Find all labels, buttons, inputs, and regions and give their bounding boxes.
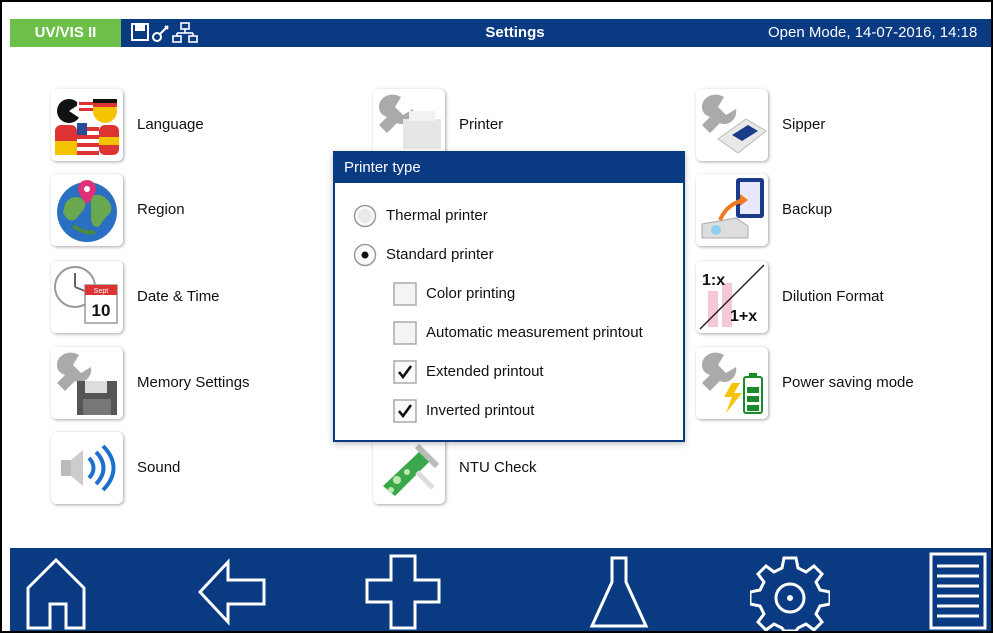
floppy-wrench-icon <box>51 347 123 419</box>
battery-wrench-icon <box>696 347 768 419</box>
setting-label: Power saving mode <box>782 374 914 391</box>
sipper-wrench-icon <box>696 89 768 161</box>
save-icon <box>131 23 149 41</box>
setting-sipper[interactable]: Sipper <box>696 89 991 161</box>
setting-dilution-format[interactable]: 1:x 1+x Dilution Format <box>696 261 991 333</box>
setting-language[interactable]: Language <box>51 89 351 161</box>
dilution-icon: 1:x 1+x <box>696 261 768 333</box>
setting-date-time[interactable]: Sept 10 Date & Time <box>51 261 351 333</box>
dilution-ratio-bottom: 1+x <box>730 308 757 325</box>
status-text: Open Mode, 14-07-2016, 14:18 <box>768 24 978 41</box>
setting-label: Sipper <box>782 116 826 133</box>
checkbox-label: Inverted printout <box>426 402 535 419</box>
home-icon[interactable] <box>20 548 100 631</box>
app-frame: UV/VIS II Settings Open Mode, 14-07-2016… <box>0 0 993 633</box>
checkmark-icon <box>393 360 417 384</box>
backup-icon <box>696 174 768 246</box>
ntu-check-icon <box>373 432 445 504</box>
setting-sound[interactable]: Sound <box>51 432 351 504</box>
printer-type-dialog: Printer type Thermal printer Standard pr… <box>333 151 685 442</box>
calendar-clock-icon: Sept 10 <box>51 261 123 333</box>
add-icon[interactable] <box>363 548 443 631</box>
language-flags-icon <box>51 89 123 161</box>
checkbox-label: Color printing <box>426 285 516 302</box>
key-icon <box>152 25 169 42</box>
back-arrow-icon[interactable] <box>194 548 274 631</box>
dialog-title: Printer type <box>335 153 683 183</box>
speaker-icon <box>51 432 123 504</box>
setting-label: Language <box>137 116 204 133</box>
bottom-nav-bar <box>10 548 991 631</box>
checkbox-unchecked-icon <box>393 282 417 306</box>
page-title: Settings <box>485 24 545 41</box>
checkbox-unchecked-icon <box>393 321 417 345</box>
header-icons <box>131 22 221 44</box>
menu-list-icon[interactable] <box>925 548 991 631</box>
checkbox-label: Extended printout <box>426 363 544 380</box>
settings-gear-icon[interactable] <box>750 548 830 631</box>
brand-label: UV/VIS II <box>10 19 121 47</box>
setting-region[interactable]: Region <box>51 174 351 246</box>
checkbox-label: Automatic measurement printout <box>426 324 643 341</box>
setting-label: Date & Time <box>137 288 220 305</box>
setting-power-saving[interactable]: Power saving mode <box>696 347 991 419</box>
calendar-day: 10 <box>92 301 111 320</box>
globe-icon <box>51 174 123 246</box>
checkmark-icon <box>393 399 417 423</box>
dilution-ratio-top: 1:x <box>702 272 725 289</box>
setting-ntu-check[interactable]: NTU Check <box>373 432 673 504</box>
setting-label: Dilution Format <box>782 288 884 305</box>
calendar-month: Sept <box>94 288 108 295</box>
setting-label: Backup <box>782 201 833 218</box>
radio-label: Thermal printer <box>386 207 488 224</box>
flask-icon[interactable] <box>580 548 660 631</box>
setting-label: Region <box>137 201 185 218</box>
radio-label: Standard printer <box>386 246 494 263</box>
radio-selected-icon <box>353 243 377 267</box>
setting-backup[interactable]: Backup <box>696 174 991 246</box>
setting-label: Sound <box>137 459 181 476</box>
network-icon <box>172 22 198 43</box>
header-bar: UV/VIS II Settings Open Mode, 14-07-2016… <box>10 19 991 47</box>
setting-label: Memory Settings <box>137 374 250 391</box>
setting-label: NTU Check <box>459 459 537 476</box>
radio-unselected-icon <box>353 204 377 228</box>
setting-memory[interactable]: Memory Settings <box>51 347 351 419</box>
